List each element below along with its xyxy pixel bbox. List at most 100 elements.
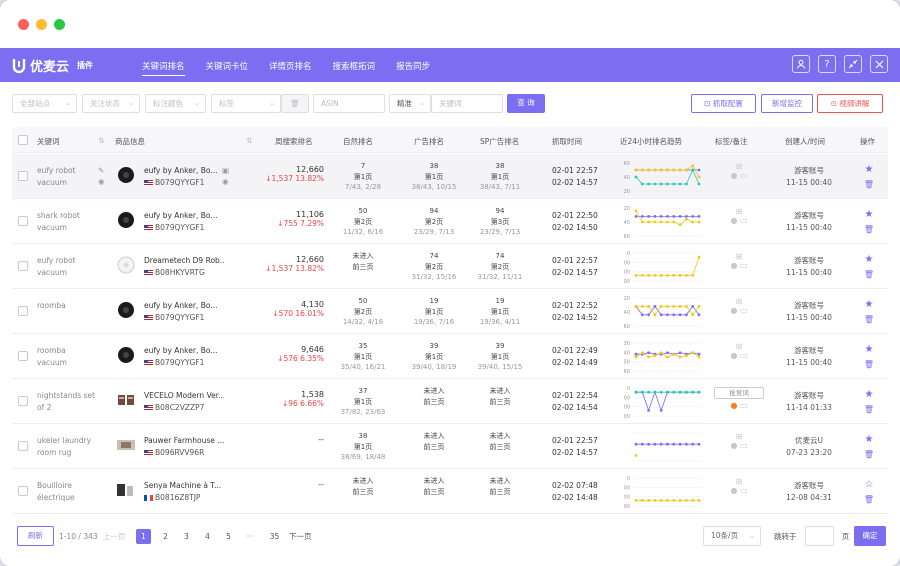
add-tag-icon[interactable]: ⊞ <box>724 162 754 171</box>
product-asin[interactable]: B08C2VZZP7 <box>144 403 204 412</box>
user-icon[interactable] <box>792 55 810 73</box>
nav-report-sync[interactable]: 报告同步 <box>396 60 430 76</box>
table-row[interactable]: Bouilloire électrique Senya Machine à T..… <box>12 469 888 514</box>
clear-tag-button[interactable]: 🗑 <box>281 94 309 113</box>
table-row[interactable]: roomba eufy by Anker, Bo... B079QYYGF1 4… <box>12 289 888 334</box>
tag-note-cell[interactable]: 批竞词 ● ▭ <box>714 387 764 410</box>
color-mark-icon[interactable]: ● <box>730 401 737 410</box>
add-tag-icon[interactable]: ⊞ <box>724 432 754 441</box>
next-page-button[interactable]: 下一页 <box>289 529 312 544</box>
close-icon[interactable] <box>870 55 888 73</box>
product-title[interactable]: eufy by Anker, Bo... <box>144 166 224 175</box>
color-mark-icon[interactable]: ● <box>730 441 737 450</box>
row-checkbox[interactable] <box>18 441 28 451</box>
product-image[interactable] <box>116 390 136 410</box>
page-1[interactable]: 1 <box>136 529 151 544</box>
note-icon[interactable]: ▭ <box>740 171 748 180</box>
star-filled-icon[interactable]: ★ <box>862 342 876 357</box>
row-checkbox[interactable] <box>18 306 28 316</box>
keyword-text[interactable]: Bouilloire électrique <box>37 480 99 503</box>
row-checkbox[interactable] <box>18 216 28 226</box>
site-select[interactable]: 全部站点 ⌄ <box>12 94 77 113</box>
status-select[interactable]: 关注状态 ⌄ <box>82 94 140 113</box>
add-monitor-button[interactable]: 新增监控 <box>761 94 813 113</box>
table-row[interactable]: roomba vacuum eufy by Anker, Bo... B079QY… <box>12 334 888 379</box>
product-title[interactable]: Pauwer Farmhouse ... <box>144 436 224 445</box>
table-row[interactable]: ukeler laundry room rug Pauwer Farmhouse … <box>12 424 888 469</box>
note-icon[interactable]: ▭ <box>740 441 748 450</box>
product-asin[interactable]: B096RVV96R <box>144 448 204 457</box>
product-title[interactable]: Senya Machine à T... <box>144 481 224 490</box>
collapse-icon[interactable] <box>844 55 862 73</box>
table-row[interactable]: shark robot vacuum eufy by Anker, Bo... B… <box>12 199 888 244</box>
product-title[interactable]: eufy by Anker, Bo... <box>144 211 224 220</box>
help-icon[interactable]: ? <box>818 55 836 73</box>
jump-input[interactable] <box>805 526 834 546</box>
delete-icon[interactable]: 🗑 <box>862 312 876 327</box>
delete-icon[interactable]: 🗑 <box>862 177 876 192</box>
keyword-text[interactable]: nightstands set of 2 <box>37 390 99 413</box>
product-asin[interactable]: B08HKYVRTG <box>144 268 205 277</box>
query-button[interactable]: 查 询 <box>507 94 545 113</box>
product-title[interactable]: VECELO Modern Ver... <box>144 391 224 400</box>
zoom-window-button[interactable] <box>54 19 65 30</box>
table-row[interactable]: nightstands set of 2 VECELO Modern Ver...… <box>12 379 888 424</box>
note-icon[interactable]: ▭ <box>740 351 748 360</box>
add-tag-icon[interactable]: ⊞ <box>724 297 754 306</box>
col-fetch-time[interactable]: 抓取时间 <box>552 136 582 147</box>
product-asin[interactable]: B079QYYGF1 <box>144 178 204 187</box>
tag-note-cell[interactable]: ⊞ ● ▭ <box>724 252 754 270</box>
star-filled-icon[interactable]: ★ <box>862 297 876 312</box>
tag-note-cell[interactable]: ⊞ ● ▭ <box>724 297 754 315</box>
table-row[interactable]: eufy robot vacuum ✎ ◉ eufy by Anker, Bo...… <box>12 154 888 199</box>
col-natural[interactable]: 自然排名 <box>343 136 373 147</box>
color-mark-icon[interactable]: ● <box>730 486 737 495</box>
color-mark-icon[interactable]: ● <box>730 216 737 225</box>
col-ad[interactable]: 广告排名 <box>414 136 444 147</box>
keyword-text[interactable]: shark robot vacuum <box>37 210 99 233</box>
nav-detail-rank[interactable]: 详情页排名 <box>269 60 312 76</box>
keyword-text[interactable]: roomba <box>37 300 99 312</box>
prev-page-button[interactable]: 上一页 <box>103 529 126 544</box>
page-5[interactable]: 5 <box>221 529 236 544</box>
note-icon[interactable]: ▭ <box>740 486 748 495</box>
keyword-text[interactable]: eufy robot vacuum <box>37 165 99 188</box>
product-asin[interactable]: B079QYYGF1 <box>144 358 204 367</box>
video-tutorial-button[interactable]: ⊙ 视频讲解 <box>817 94 883 113</box>
eye-icon[interactable]: ◉ <box>98 176 105 187</box>
star-filled-icon[interactable]: ★ <box>862 162 876 177</box>
product-asin[interactable]: B079QYYGF1 <box>144 223 204 232</box>
note-icon[interactable]: ▭ <box>740 216 748 225</box>
select-all-checkbox[interactable] <box>18 135 28 145</box>
row-checkbox[interactable] <box>18 261 28 271</box>
row-checkbox[interactable] <box>18 396 28 406</box>
page-ellipsis[interactable]: ··· <box>242 529 257 544</box>
note-icon[interactable]: ▭ <box>740 261 748 270</box>
nav-keyword-rank[interactable]: 关键词排名 <box>142 60 185 76</box>
delete-icon[interactable]: 🗑 <box>862 222 876 237</box>
product-image[interactable] <box>116 480 136 500</box>
fetch-config-button[interactable]: ⊡ 抓取配置 <box>691 94 756 113</box>
color-mark-icon[interactable]: ● <box>730 306 737 315</box>
color-mark-icon[interactable]: ● <box>730 351 737 360</box>
keyword-text[interactable]: ukeler laundry room rug <box>37 435 99 458</box>
note-icon[interactable]: ▭ <box>740 401 748 410</box>
col-sp[interactable]: SP广告排名 <box>480 136 519 147</box>
product-image[interactable] <box>116 300 136 320</box>
star-filled-icon[interactable]: ★ <box>862 252 876 267</box>
page-3[interactable]: 3 <box>179 529 194 544</box>
color-select[interactable]: 标注颜色 ⌄ <box>145 94 206 113</box>
keyword-input[interactable]: 关键词 <box>431 94 503 113</box>
product-title[interactable]: Dreametech D9 Rob... <box>144 256 224 265</box>
note-icon[interactable]: ▭ <box>740 306 748 315</box>
star-filled-icon[interactable]: ★ <box>862 432 876 447</box>
page-size-select[interactable]: 10条/页 ⌄ <box>703 526 761 546</box>
copy-icon[interactable]: ▣ <box>222 165 229 176</box>
star-outline-icon[interactable]: ☆ <box>862 477 876 492</box>
color-mark-icon[interactable]: ● <box>730 171 737 180</box>
col-weekly[interactable]: 周搜索排名 <box>275 136 313 147</box>
product-title[interactable]: eufy by Anker, Bo... <box>144 346 224 355</box>
tag-badge[interactable]: 批竞词 <box>714 387 764 399</box>
product-asin[interactable]: B0816Z8TJP <box>144 493 200 502</box>
tag-note-cell[interactable]: ⊞ ● ▭ <box>724 432 754 450</box>
